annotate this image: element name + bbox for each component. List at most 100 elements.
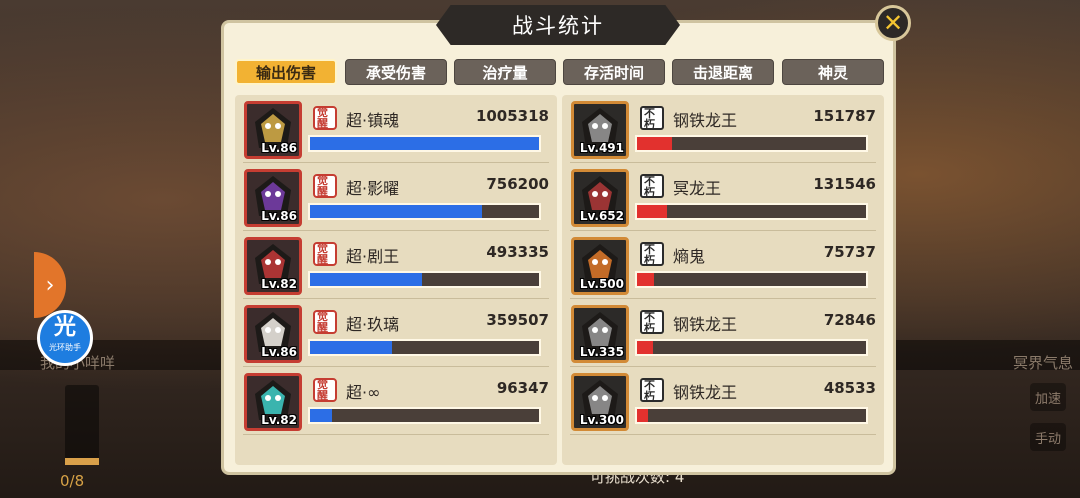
damage-value: 493335 [486, 243, 549, 261]
enemy-stat-row: Lv.491 不朽 钢铁龙王 151787 [562, 95, 884, 163]
unit-name: 超·玖璃 [346, 315, 400, 334]
unit-name: 钢铁龙王 [673, 383, 738, 402]
damage-bar [635, 203, 868, 220]
hero-portrait-icon[interactable]: Lv.82 [244, 373, 302, 431]
close-x-icon: ✕ [882, 9, 904, 37]
awaken-badge-icon: 觉醒 [313, 378, 337, 402]
panel-title: 战斗统计 [512, 14, 604, 38]
damage-value: 359507 [486, 311, 549, 329]
manual-button[interactable]: 手动 [1030, 423, 1066, 451]
damage-bar-fill [637, 409, 648, 422]
hero-portrait-icon[interactable]: Lv.86 [244, 305, 302, 363]
enemy-portrait-icon[interactable]: Lv.652 [571, 169, 629, 227]
level-label: Lv.652 [579, 209, 624, 223]
unit-name: 超·剧王 [346, 247, 400, 266]
badge-label: 觉醒 [317, 378, 328, 402]
badge-label: 觉醒 [317, 242, 328, 266]
damage-bar [308, 407, 541, 424]
unit-name: 超·∞ [346, 383, 381, 402]
unit-name: 超·镇魂 [346, 111, 400, 130]
damage-value: 131546 [813, 175, 876, 193]
energy-counter: 0/8 [60, 472, 85, 490]
unit-name: 熵鬼 [673, 247, 706, 266]
badge-label: 觉醒 [317, 310, 328, 334]
speed-button[interactable]: 加速 [1030, 383, 1066, 411]
badge-label: 不朽 [644, 175, 655, 199]
level-label: Lv.86 [261, 345, 297, 359]
level-label: Lv.335 [579, 345, 624, 359]
awaken-badge-icon: 觉醒 [313, 106, 337, 130]
enemy-portrait-icon[interactable]: Lv.500 [571, 237, 629, 295]
damage-bar [308, 339, 541, 356]
damage-bar-fill [310, 341, 392, 354]
hero-portrait-icon[interactable]: Lv.86 [244, 101, 302, 159]
damage-value: 75737 [823, 243, 876, 261]
damage-bar-fill [637, 341, 654, 354]
enemy-portrait-icon[interactable]: Lv.335 [571, 305, 629, 363]
damage-bar-fill [310, 409, 332, 422]
unit-name: 钢铁龙王 [673, 315, 738, 334]
tab-knockback[interactable]: 击退距离 [672, 59, 774, 85]
damage-bar [308, 135, 541, 152]
immortal-badge-icon: 不朽 [640, 310, 664, 334]
awaken-badge-icon: 觉醒 [313, 242, 337, 266]
damage-value: 151787 [813, 107, 876, 125]
damage-bar-fill [310, 137, 539, 150]
damage-value: 96347 [496, 379, 549, 397]
hero-portrait-icon[interactable]: Lv.82 [244, 237, 302, 295]
level-label: Lv.491 [579, 141, 624, 155]
assistant-label: 光环助手 [49, 343, 81, 352]
energy-gauge-fill [65, 458, 99, 465]
badge-label: 不朽 [644, 379, 655, 403]
immortal-badge-icon: 不朽 [640, 378, 664, 402]
damage-bar-fill [310, 205, 483, 218]
awaken-badge-icon: 觉醒 [313, 174, 337, 198]
level-label: Lv.86 [261, 141, 297, 155]
enemy-stat-row: Lv.652 不朽 冥龙王 131546 [562, 163, 884, 231]
badge-label: 觉醒 [317, 174, 328, 198]
damage-bar [635, 271, 868, 288]
enemy-stats-list[interactable]: Lv.491 不朽 钢铁龙王 151787 Lv.652 不朽 冥龙王 131546 Lv.50… [562, 95, 884, 465]
unit-name: 冥龙王 [673, 179, 722, 198]
damage-bar [308, 203, 541, 220]
awaken-badge-icon: 觉醒 [313, 310, 337, 334]
enemy-stat-row: Lv.300 不朽 钢铁龙王 48533 [562, 367, 884, 435]
level-label: Lv.500 [579, 277, 624, 291]
hero-stat-row: Lv.82 觉醒 超·剧王 493335 [235, 231, 557, 299]
hero-stat-row: Lv.82 觉醒 超·∞ 96347 [235, 367, 557, 435]
unit-name: 钢铁龙王 [673, 111, 738, 130]
level-label: Lv.82 [261, 277, 297, 291]
chevron-right-icon: › [45, 272, 55, 298]
immortal-badge-icon: 不朽 [640, 106, 664, 130]
hero-portrait-icon[interactable]: Lv.86 [244, 169, 302, 227]
assistant-float-button[interactable]: 光 光环助手 [37, 310, 93, 366]
badge-label: 不朽 [644, 311, 655, 335]
hero-stats-list[interactable]: Lv.86 觉醒 超·镇魂 1005318 Lv.86 觉醒 超·影曜 756200 Lv.82… [235, 95, 557, 465]
tab-survival-time[interactable]: 存活时间 [563, 59, 665, 85]
damage-bar-fill [310, 273, 423, 286]
level-label: Lv.82 [261, 413, 297, 427]
tab-damage-taken[interactable]: 承受伤害 [345, 59, 447, 85]
damage-bar [635, 339, 868, 356]
badge-label: 觉醒 [317, 106, 328, 130]
hero-stat-row: Lv.86 觉醒 超·影曜 756200 [235, 163, 557, 231]
hero-stat-row: Lv.86 觉醒 超·镇魂 1005318 [235, 95, 557, 163]
damage-bar [635, 407, 868, 424]
damage-value: 48533 [823, 379, 876, 397]
unit-name: 超·影曜 [346, 179, 400, 198]
tab-healing[interactable]: 治疗量 [454, 59, 556, 85]
damage-bar-fill [637, 137, 672, 150]
tab-deity[interactable]: 神灵 [782, 59, 884, 85]
damage-bar [308, 271, 541, 288]
immortal-badge-icon: 不朽 [640, 242, 664, 266]
enemy-portrait-icon[interactable]: Lv.300 [571, 373, 629, 431]
level-label: Lv.300 [579, 413, 624, 427]
enemy-portrait-icon[interactable]: Lv.491 [571, 101, 629, 159]
panel-title-bar: 战斗统计 [436, 5, 680, 45]
assistant-logo-icon: 光 [53, 315, 76, 340]
enemy-stat-row: Lv.335 不朽 钢铁龙王 72846 [562, 299, 884, 367]
close-button[interactable]: ✕ [875, 5, 911, 41]
tab-damage-dealt[interactable]: 输出伤害 [235, 59, 337, 85]
damage-value: 1005318 [475, 107, 549, 125]
damage-bar-fill [637, 273, 655, 286]
